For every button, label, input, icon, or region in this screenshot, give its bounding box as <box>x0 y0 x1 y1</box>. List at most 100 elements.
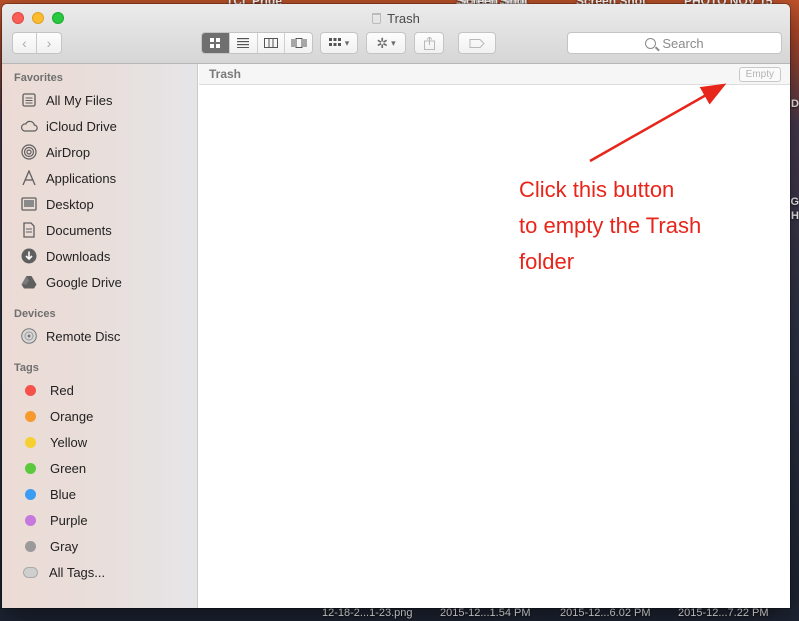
sidebar-item-label: All Tags... <box>49 564 106 580</box>
desktop-file-label[interactable]: G <box>790 196 799 208</box>
sidebar-item-remote-disc[interactable]: Remote Disc <box>20 325 195 347</box>
title-bar[interactable]: Trash ‹ › ▾ ✲ ▾ Search <box>2 4 790 64</box>
sidebar-item-label: Remote Disc <box>46 328 121 344</box>
sidebar-item-icloud-drive[interactable]: iCloud Drive <box>20 115 195 137</box>
column-view-button[interactable] <box>258 33 286 53</box>
annotation-line: to empty the Trash <box>519 213 702 238</box>
sidebar-item-applications[interactable]: Applications <box>20 167 195 189</box>
sidebar: Favorites All My Files iCloud Drive AirD… <box>2 64 198 608</box>
share-button[interactable] <box>414 32 444 54</box>
sidebar-item-label: Gray <box>50 538 79 554</box>
red-tag-icon <box>25 384 36 396</box>
desktop-icon <box>20 195 38 213</box>
action-button[interactable]: ✲ ▾ <box>366 32 406 54</box>
search-field[interactable]: Search <box>567 32 782 54</box>
sidebar-item-all-tags[interactable]: All Tags... <box>20 561 195 583</box>
sidebar-item-airdrop[interactable]: AirDrop <box>20 141 195 163</box>
sidebar-item-label: Yellow <box>50 434 88 450</box>
orange-tag-icon <box>25 410 36 422</box>
sidebar-item-label: Google Drive <box>46 274 122 290</box>
sidebar-item-label: Red <box>50 382 74 398</box>
all-files-icon <box>20 91 38 109</box>
sidebar-item-label: Orange <box>50 408 94 424</box>
list-view-icon <box>237 38 250 48</box>
chevron-left-icon: ‹ <box>22 35 27 51</box>
share-icon <box>423 36 435 50</box>
search-placeholder: Search <box>662 35 704 51</box>
list-view-button[interactable] <box>230 33 258 53</box>
view-mode-segmented-control <box>201 32 313 54</box>
sidebar-item-desktop[interactable]: Desktop <box>20 193 195 215</box>
sidebar-heading-devices: Devices <box>14 308 56 320</box>
annotation-line: folder <box>519 249 575 274</box>
current-folder-label: Trash <box>209 67 242 81</box>
sidebar-item-tag-purple[interactable]: Purple <box>20 509 195 531</box>
forward-button[interactable]: › <box>37 33 61 53</box>
sidebar-item-label: AirDrop <box>46 144 91 160</box>
documents-icon <box>20 221 38 239</box>
sidebar-item-tag-blue[interactable]: Blue <box>20 483 195 505</box>
sidebar-item-documents[interactable]: Documents <box>20 219 195 241</box>
yellow-tag-icon <box>25 436 36 448</box>
sidebar-item-tag-orange[interactable]: Orange <box>20 405 195 427</box>
window-title: Trash <box>2 11 790 26</box>
path-bar: Trash Empty <box>199 64 790 85</box>
sidebar-item-tag-green[interactable]: Green <box>20 457 195 479</box>
file-list-area[interactable] <box>199 85 790 608</box>
sidebar-item-tag-red[interactable]: Red <box>20 379 195 401</box>
applications-icon <box>20 169 38 187</box>
green-tag-icon <box>25 462 36 474</box>
annotation-line: Click this button <box>519 177 675 202</box>
sidebar-item-google-drive[interactable]: Google Drive <box>20 271 195 293</box>
annotation-text: Click this button to empty the Trash fol… <box>519 172 779 280</box>
cover-flow-icon <box>291 38 307 48</box>
desktop-file-label[interactable]: 12-18-2...1-23.png <box>322 607 413 619</box>
purple-tag-icon <box>25 514 36 526</box>
cover-flow-view-button[interactable] <box>285 33 312 53</box>
sidebar-item-tag-gray[interactable]: Gray <box>20 535 195 557</box>
sidebar-item-label: Purple <box>50 512 88 528</box>
navigation-buttons: ‹ › <box>12 32 62 54</box>
sidebar-item-label: Blue <box>50 486 77 502</box>
window-title-text: Trash <box>387 11 420 26</box>
chevron-down-icon: ▾ <box>391 37 396 48</box>
arrange-grid-icon <box>328 38 341 46</box>
back-button[interactable]: ‹ <box>13 33 38 53</box>
sidebar-heading-favorites: Favorites <box>14 72 63 84</box>
sidebar-item-all-my-files[interactable]: All My Files <box>20 89 195 111</box>
icon-view-icon <box>210 38 221 48</box>
sidebar-item-label: Downloads <box>46 248 111 264</box>
desktop-file-label[interactable]: 2015-12...1.54 PM <box>440 607 531 619</box>
cloud-icon <box>20 117 38 135</box>
gear-icon: ✲ <box>376 34 389 51</box>
blue-tag-icon <box>25 488 36 500</box>
empty-trash-button[interactable]: Empty <box>738 67 781 82</box>
finder-window: Trash ‹ › ▾ ✲ ▾ Search Favorites All My … <box>2 4 790 608</box>
chevron-right-icon: › <box>46 35 52 51</box>
sidebar-heading-tags: Tags <box>14 362 39 374</box>
all-tags-icon <box>23 566 38 578</box>
chevron-down-icon: ▾ <box>344 37 350 48</box>
column-view-icon <box>263 38 278 48</box>
search-icon <box>645 37 657 49</box>
disc-icon <box>20 327 38 345</box>
sidebar-item-label: Green <box>50 460 87 476</box>
airdrop-icon <box>20 143 38 161</box>
sidebar-item-label: All My Files <box>46 92 113 108</box>
sidebar-item-label: Desktop <box>46 196 94 212</box>
sidebar-item-label: Applications <box>46 170 117 186</box>
google-drive-icon <box>20 273 38 291</box>
edit-tags-button[interactable] <box>458 32 496 54</box>
trash-icon <box>372 13 382 24</box>
desktop-file-label[interactable]: D <box>791 98 799 110</box>
sidebar-item-label: iCloud Drive <box>46 118 117 134</box>
sidebar-item-downloads[interactable]: Downloads <box>20 245 195 267</box>
icon-view-button[interactable] <box>202 33 230 53</box>
sidebar-item-label: Documents <box>46 222 112 238</box>
desktop-file-label[interactable]: 2015-12...6.02 PM <box>560 607 651 619</box>
downloads-icon <box>20 247 38 265</box>
sidebar-item-tag-yellow[interactable]: Yellow <box>20 431 195 453</box>
desktop-file-label[interactable]: H <box>791 210 799 222</box>
desktop-file-label[interactable]: 2015-12...7.22 PM <box>678 607 769 619</box>
arrange-button[interactable]: ▾ <box>320 32 358 54</box>
